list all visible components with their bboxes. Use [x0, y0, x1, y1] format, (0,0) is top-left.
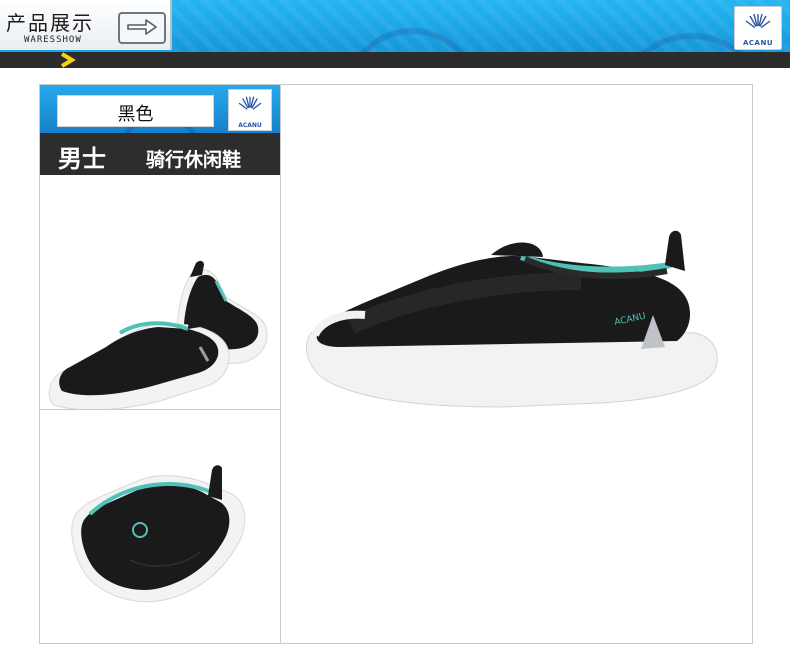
section-title: 产品展示 — [6, 11, 94, 35]
brand-logo: ACANU — [734, 6, 782, 50]
product-image-three-quarter[interactable] — [40, 410, 280, 643]
brand-logo-text: ACANU — [742, 39, 773, 47]
top-banner: 产品展示 WARESSHOW ACANU — [0, 0, 790, 52]
chevron-right-icon — [60, 52, 76, 68]
sunburst-logo-icon — [745, 13, 771, 34]
color-variant-header: 黑色 ACANU — [40, 85, 280, 133]
product-type: 骑行休闲鞋 — [146, 149, 242, 171]
arrow-right-icon — [118, 12, 166, 44]
shoe-image-large: ACANU — [306, 230, 718, 408]
color-name: 黑色 — [117, 104, 154, 125]
banner-background-pattern — [172, 0, 790, 52]
shoe-image-three-quarter — [71, 465, 246, 603]
sunburst-logo-icon — [238, 96, 262, 115]
product-category-bar: 男士 骑行休闲鞋 — [40, 133, 280, 175]
gallery-left-column: 黑色 ACANU 男士 骑行休闲鞋 — [40, 85, 281, 643]
section-title-tab: 产品展示 WARESSHOW — [0, 0, 172, 50]
section-subtitle: WARESSHOW — [24, 35, 82, 45]
product-gallery-panel: 黑色 ACANU 男士 骑行休闲鞋 ACANU — [39, 84, 753, 644]
product-image-large[interactable]: ACANU — [281, 85, 752, 643]
product-gender: 男士 — [58, 145, 106, 173]
brand-logo-small-text: ACANU — [238, 122, 262, 129]
color-name-box: 黑色 — [57, 95, 214, 127]
header-divider-strip — [0, 52, 790, 68]
brand-logo-small: ACANU — [228, 89, 272, 131]
product-image-pair[interactable] — [40, 177, 280, 411]
